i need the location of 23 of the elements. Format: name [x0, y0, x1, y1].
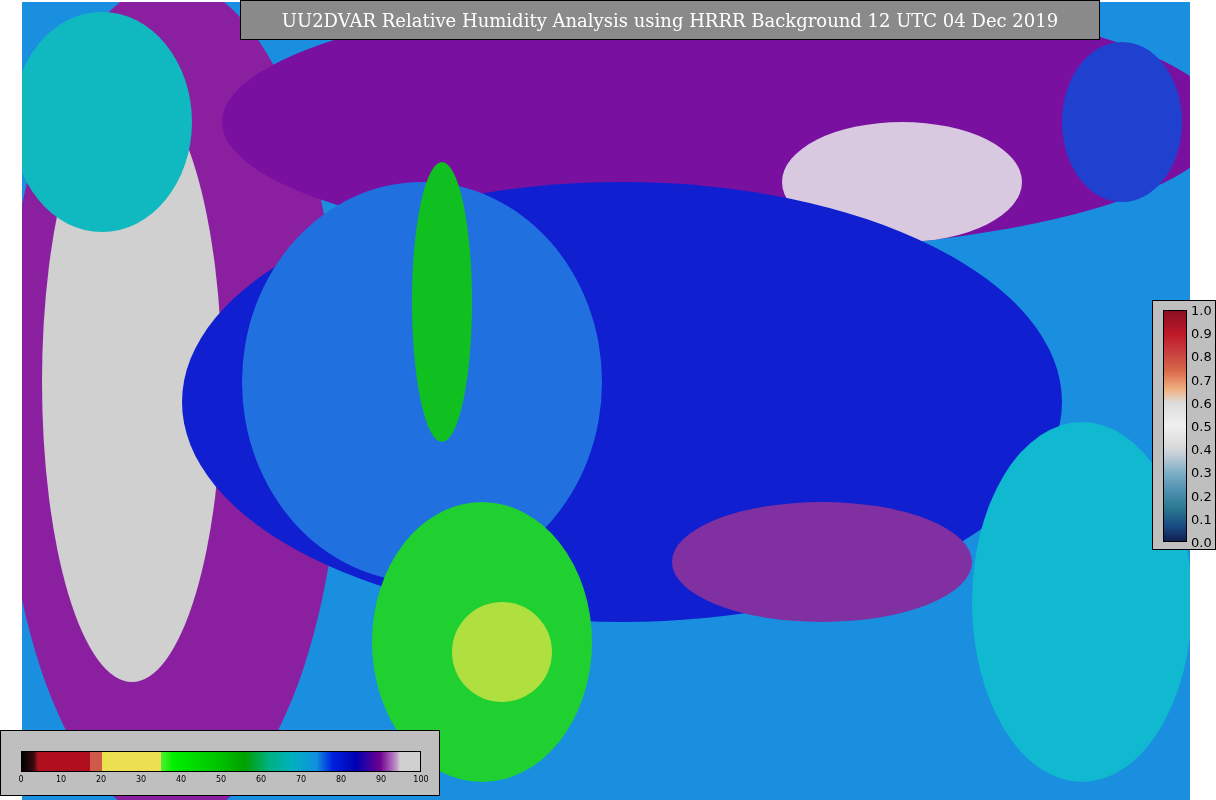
colorbar-tick-label: 0 [18, 775, 24, 784]
colorbar-tick-label: 0.9 [1191, 325, 1212, 341]
colorbar-tick-label: 0.8 [1191, 348, 1212, 364]
colorbar-tick-label: 30 [135, 775, 147, 784]
colorbar-tick-label: 60 [255, 775, 267, 784]
colorbar-tick-label: 0.4 [1191, 441, 1212, 457]
colorbar-tick-label: 80 [335, 775, 347, 784]
colorbar-tick-label: 0.1 [1191, 511, 1212, 527]
colorbar-tick-label: 50 [215, 775, 227, 784]
colorbar-tick-label: 0.7 [1191, 372, 1212, 388]
colorbar-tick-label: 10 [55, 775, 67, 784]
colorbar-tick-label: 1.0 [1191, 302, 1212, 318]
colorbar-tick-label: 100 [413, 775, 429, 784]
colorbar-tick-label: 0.3 [1191, 464, 1212, 480]
map-title: UU2DVAR Relative Humidity Analysis using HRRR Background 12 UTC 04 Dec 2019 [240, 0, 1100, 40]
colorbar-tick-label: 0.6 [1191, 395, 1212, 411]
colorbar-tick-label: 0.2 [1191, 488, 1212, 504]
colorbar-tick-label: 90 [375, 775, 387, 784]
colorbar-tick-label: 70 [295, 775, 307, 784]
colorbar-tick-label: 40 [175, 775, 187, 784]
colorbar-tick-label: 0.0 [1191, 534, 1212, 550]
colorbar-tick-label: 0.5 [1191, 418, 1212, 434]
colorbar-tick-label: 20 [95, 775, 107, 784]
